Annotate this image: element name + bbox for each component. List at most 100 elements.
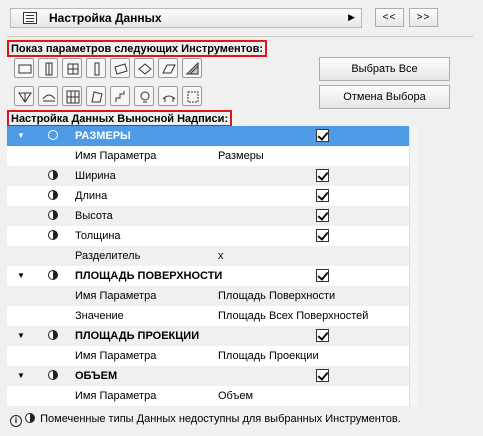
row-label: Ширина xyxy=(75,170,116,182)
object-tool-icon xyxy=(138,63,152,75)
row-value[interactable]: Площадь Проекции xyxy=(218,350,319,362)
railing-tool[interactable] xyxy=(158,86,178,106)
tools-label: Показ параметров следующих Инструментов: xyxy=(7,40,268,57)
half-circle-icon xyxy=(48,330,58,340)
list-item[interactable]: Имя Параметра Размеры xyxy=(7,146,409,166)
row-label: Толщина xyxy=(75,230,121,242)
list-scrollbar[interactable] xyxy=(409,126,418,407)
collapse-arrow-icon[interactable]: ▼ xyxy=(17,331,25,340)
row-value[interactable]: Площадь Всех Поверхностей xyxy=(218,310,368,322)
row-label: Значение xyxy=(75,310,124,322)
collapse-arrow-icon[interactable]: ▼ xyxy=(17,371,25,380)
fill-tool[interactable] xyxy=(182,58,202,78)
row-label: ПЛОЩАДЬ ПОВЕРХНОСТИ xyxy=(75,270,223,282)
lamp-tool[interactable] xyxy=(134,86,154,106)
list-item[interactable]: Высота xyxy=(7,206,409,226)
row-label: Имя Параметра xyxy=(75,350,157,362)
footer-note: i Помеченные типы Данных недоступны для … xyxy=(10,413,401,427)
next-button[interactable]: >> xyxy=(409,8,438,27)
list-item[interactable]: Разделитель x xyxy=(7,246,409,266)
slab-tool-icon xyxy=(18,64,32,74)
object-tool[interactable] xyxy=(134,58,154,78)
stair-tool[interactable] xyxy=(110,86,130,106)
roof-tool-icon xyxy=(162,64,176,74)
row-value[interactable]: x xyxy=(218,250,224,262)
curtain-wall-tool-icon xyxy=(66,90,80,104)
row-checkbox[interactable] xyxy=(316,189,329,202)
mesh-tool[interactable] xyxy=(14,86,34,106)
shell-tool-icon xyxy=(42,94,56,102)
list-item[interactable]: Ширина xyxy=(7,166,409,186)
dialog-title: Настройка Данных xyxy=(49,11,162,25)
zone-tool[interactable] xyxy=(182,86,202,106)
row-label: Разделитель xyxy=(75,250,141,262)
row-value[interactable]: Размеры xyxy=(218,150,264,162)
railing-tool-icon xyxy=(162,95,176,102)
shell-tool[interactable] xyxy=(38,86,58,106)
row-checkbox[interactable] xyxy=(316,129,329,142)
row-value[interactable]: Площадь Поверхности xyxy=(218,290,335,302)
deselect-button[interactable]: Отмена Выбора xyxy=(319,85,450,109)
morph-tool[interactable] xyxy=(86,86,106,106)
footer-text: Помеченные типы Данных недоступны для вы… xyxy=(40,413,401,425)
list-item[interactable]: Толщина xyxy=(7,226,409,246)
collapse-arrow-icon[interactable]: ▼ xyxy=(17,131,25,140)
label-settings-heading: Настройка Данных Выносной Надписи: xyxy=(7,110,233,127)
data-settings-list[interactable]: ▼ РАЗМЕРЫ Имя Параметра Размеры Ширина Длина В… xyxy=(7,126,409,407)
row-checkbox[interactable] xyxy=(316,209,329,222)
row-label: Имя Параметра xyxy=(75,150,157,162)
lamp-tool-icon xyxy=(140,91,150,103)
row-label: Имя Параметра xyxy=(75,390,157,402)
mesh-tool-icon xyxy=(18,92,32,103)
row-label: ОБЪЕМ xyxy=(75,370,118,382)
expand-arrow-icon[interactable]: ▶ xyxy=(348,12,355,23)
zone-tool-icon xyxy=(187,91,199,103)
list-item[interactable]: Имя Параметра Площадь Проекции xyxy=(7,346,409,366)
row-checkbox[interactable] xyxy=(316,229,329,242)
half-circle-icon xyxy=(48,210,58,220)
beam-tool[interactable] xyxy=(110,58,130,78)
list-group-row[interactable]: ▼ ПЛОЩАДЬ ПОВЕРХНОСТИ xyxy=(7,266,409,286)
half-circle-icon xyxy=(25,413,36,423)
list-group-row[interactable]: ▼ ПЛОЩАДЬ ПРОЕКЦИИ xyxy=(7,326,409,346)
dialog-header[interactable]: Настройка Данных ▶ xyxy=(10,8,362,28)
list-group-row[interactable]: ▼ РАЗМЕРЫ xyxy=(7,126,409,146)
row-label: Имя Параметра xyxy=(75,290,157,302)
row-checkbox[interactable] xyxy=(316,169,329,182)
half-circle-icon xyxy=(48,170,58,180)
row-label: РАЗМЕРЫ xyxy=(75,130,131,142)
row-checkbox[interactable] xyxy=(316,369,329,382)
list-item[interactable]: Длина xyxy=(7,186,409,206)
morph-tool-icon xyxy=(91,91,103,103)
list-group-row[interactable]: ▼ ОБЪЕМ xyxy=(7,366,409,386)
window-tool-icon xyxy=(67,63,79,75)
row-checkbox[interactable] xyxy=(316,269,329,282)
row-label: Высота xyxy=(75,210,113,222)
half-circle-icon xyxy=(48,370,58,380)
collapse-arrow-icon[interactable]: ▼ xyxy=(17,271,25,280)
info-icon: i xyxy=(10,415,22,427)
beam-tool-icon xyxy=(114,63,128,75)
row-checkbox[interactable] xyxy=(316,329,329,342)
roof-tool[interactable] xyxy=(158,58,178,78)
half-circle-icon xyxy=(48,270,58,280)
prev-button[interactable]: << xyxy=(375,8,404,27)
door-tool[interactable] xyxy=(38,58,58,78)
list-item[interactable]: Имя Параметра Объем xyxy=(7,386,409,406)
divider xyxy=(7,36,473,37)
list-item[interactable]: Значение Площадь Всех Поверхностей xyxy=(7,306,409,326)
row-label: ПЛОЩАДЬ ПРОЕКЦИИ xyxy=(75,330,200,342)
curtain-wall-tool[interactable] xyxy=(62,86,82,106)
stair-tool-icon xyxy=(115,91,125,102)
column-tool[interactable] xyxy=(86,58,106,78)
half-circle-icon xyxy=(48,130,58,140)
slab-tool[interactable] xyxy=(14,58,34,78)
column-tool-icon xyxy=(94,62,100,76)
select-all-button[interactable]: Выбрать Все xyxy=(319,57,450,81)
half-circle-icon xyxy=(48,230,58,240)
fill-tool-icon xyxy=(185,61,199,75)
half-circle-icon xyxy=(48,190,58,200)
window-tool[interactable] xyxy=(62,58,82,78)
row-value[interactable]: Объем xyxy=(218,390,253,402)
list-item[interactable]: Имя Параметра Площадь Поверхности xyxy=(7,286,409,306)
